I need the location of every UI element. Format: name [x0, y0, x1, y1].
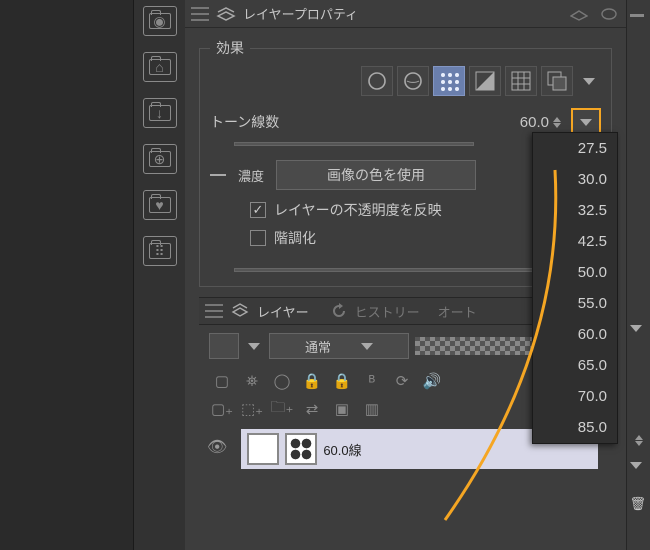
layers-icon[interactable]: [231, 302, 249, 320]
effect-mode-row: [210, 66, 601, 96]
effects-legend: 効果: [210, 38, 250, 58]
layer-properties-icon[interactable]: [215, 3, 237, 25]
effect-tone-icon[interactable]: [433, 66, 465, 96]
dropdown-option[interactable]: 32.5: [533, 195, 617, 226]
chevron-down-icon[interactable]: [630, 325, 648, 343]
reflect-opacity-checkbox[interactable]: [250, 202, 266, 218]
lock-icon[interactable]: 🔒: [299, 369, 325, 393]
dropdown-option[interactable]: 42.5: [533, 226, 617, 257]
folder-grid-icon[interactable]: ⠿: [143, 236, 177, 266]
bottom-slider[interactable]: [234, 268, 544, 272]
effect-circle-icon[interactable]: [361, 66, 393, 96]
layer-thumbnail: [247, 433, 279, 465]
right-dock: 🗑: [626, 0, 650, 550]
layer-name: 60.0線: [323, 440, 361, 459]
circle-icon[interactable]: ◯: [269, 369, 295, 393]
beacon-icon[interactable]: ⛯: [239, 369, 265, 393]
minimize-icon[interactable]: [630, 6, 648, 24]
new-cube-icon[interactable]: ⬚₊: [239, 397, 265, 421]
collapse-icon[interactable]: [210, 174, 226, 176]
blend-mode-select[interactable]: 通常: [269, 333, 409, 359]
posterize-label: 階調化: [274, 228, 316, 248]
dropdown-option[interactable]: 65.0: [533, 350, 617, 381]
tab-history[interactable]: ヒストリー: [355, 302, 420, 321]
folder-lock-icon[interactable]: ⌂: [143, 52, 177, 82]
opacity-strip[interactable]: [415, 337, 535, 355]
dropdown-option[interactable]: 27.5: [533, 133, 617, 164]
posterize-checkbox[interactable]: [250, 230, 266, 246]
properties-panel: レイヤープロパティ 効果 トーン線数: [185, 0, 626, 550]
tone-lines-slider[interactable]: [234, 142, 474, 146]
layer-half-icon[interactable]: [598, 3, 620, 25]
effect-gradient-icon[interactable]: [469, 66, 501, 96]
dropdown-option[interactable]: 50.0: [533, 257, 617, 288]
dropdown-option[interactable]: 30.0: [533, 164, 617, 195]
layer-extra-icon[interactable]: [568, 3, 590, 25]
eye-icon[interactable]: 👁: [207, 437, 227, 457]
tone-lines-label: トーン線数: [210, 112, 350, 132]
effect-overlay-icon[interactable]: [541, 66, 573, 96]
tone-lines-value: 60.0: [520, 114, 549, 131]
history-undo-icon[interactable]: [331, 303, 347, 319]
color-swatch[interactable]: [209, 333, 239, 359]
spinner-icon[interactable]: [635, 435, 643, 446]
sound-icon[interactable]: 🔊: [419, 369, 445, 393]
folder-heart-icon[interactable]: ♥: [143, 190, 177, 220]
dropdown-option[interactable]: 85.0: [533, 412, 617, 443]
tab-layer[interactable]: レイヤー: [257, 302, 309, 321]
effect-more-dropdown[interactable]: [577, 66, 601, 96]
tone-lines-spinner[interactable]: [553, 117, 561, 128]
dock-strip: ◉ ⌂ ↓ ⊕ ♥ ⠿: [133, 0, 185, 550]
use-image-color-button[interactable]: 画像の色を使用: [276, 160, 476, 190]
menu-icon[interactable]: [191, 7, 209, 21]
effect-grid-icon[interactable]: [505, 66, 537, 96]
canvas-area: [0, 0, 133, 550]
dropdown-option[interactable]: 70.0: [533, 381, 617, 412]
folder-download-icon[interactable]: ↓: [143, 98, 177, 128]
transform-icon[interactable]: ▣: [329, 397, 355, 421]
layer-tone-thumbnail: [285, 433, 317, 465]
folder-globe-icon[interactable]: ⊕: [143, 144, 177, 174]
tab-auto[interactable]: オート: [438, 302, 477, 321]
effect-sphere-icon[interactable]: [397, 66, 429, 96]
new-folder-icon[interactable]: 🗀₊: [269, 397, 295, 421]
transfer-icon[interactable]: ⇄: [299, 397, 325, 421]
tone-lines-dropdown-list: 27.5 30.0 32.5 42.5 50.0 55.0 60.0 65.0 …: [532, 132, 618, 444]
dropdown-option[interactable]: 55.0: [533, 288, 617, 319]
lock2-icon[interactable]: 🔒: [329, 369, 355, 393]
folder-camera-icon[interactable]: ◉: [143, 6, 177, 36]
chevron-down-icon-2[interactable]: [630, 462, 648, 480]
panel-title: レイヤープロパティ: [243, 4, 358, 23]
eraser-icon[interactable]: ▢: [209, 369, 235, 393]
beta-icon[interactable]: ᴮ: [359, 369, 385, 393]
trash-icon[interactable]: 🗑: [630, 496, 648, 514]
layer-menu-icon[interactable]: [205, 304, 223, 318]
dropdown-option[interactable]: 60.0: [533, 319, 617, 350]
swatch-dropdown[interactable]: [245, 331, 263, 361]
reload-icon[interactable]: ⟳: [389, 369, 415, 393]
merge-down-icon[interactable]: ▥: [359, 397, 385, 421]
reflect-opacity-label: レイヤーの不透明度を反映: [274, 200, 442, 220]
panel-tabs: レイヤープロパティ: [185, 0, 626, 28]
density-label: 濃度: [238, 166, 264, 185]
new-layer-icon[interactable]: ▢₊: [209, 397, 235, 421]
